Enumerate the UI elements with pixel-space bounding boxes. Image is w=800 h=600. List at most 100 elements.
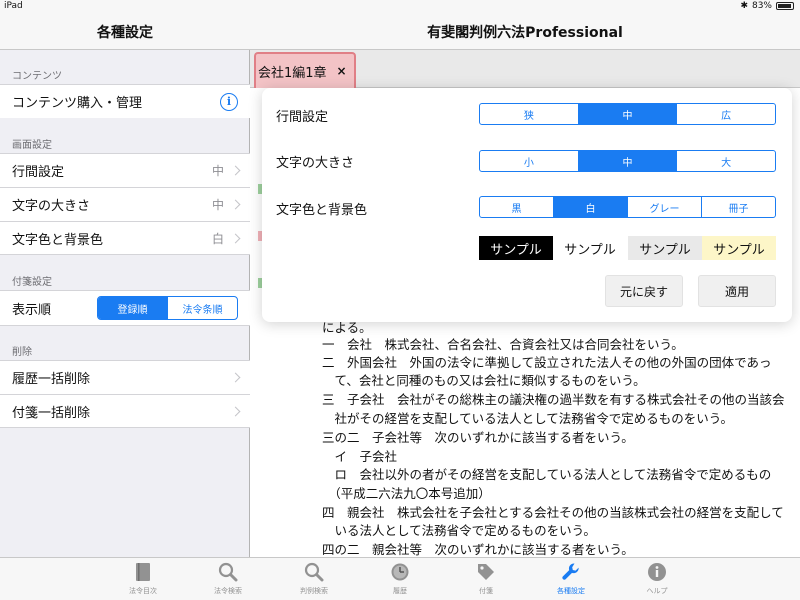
color-option-booklet[interactable]: 冊子 (701, 197, 775, 217)
sidebar-item-label: 文字色と背景色 (12, 232, 104, 248)
display-settings-popover: 行間設定 狭 中 広 文字の大きさ 小 中 大 文字色と背景色 黒 白 グレー … (262, 88, 792, 322)
section-header-sticky: 付箋設定 (12, 277, 52, 288)
color-option-white[interactable]: 白 (553, 197, 627, 217)
line-spacing-label: 行間設定 (276, 110, 329, 125)
device-label: iPad (4, 1, 23, 11)
chevron-right-icon (230, 165, 241, 176)
color-label: 文字色と背景色 (276, 203, 368, 218)
apply-button[interactable]: 適用 (698, 275, 776, 307)
sort-option-law-order[interactable]: 法令条順 (167, 297, 237, 319)
tab-label: 各種設定 (557, 587, 585, 595)
document-line: いる法人として法務省令で定めるものをいう。 (322, 523, 596, 538)
sample-booklet: サンプル (702, 236, 776, 260)
document-tab-label: 会社1編1章 (258, 65, 327, 81)
sample-gray: サンプル (628, 236, 702, 260)
text-size-option-medium[interactable]: 中 (577, 151, 677, 171)
line-spacing-option-narrow[interactable]: 狭 (480, 104, 578, 124)
sidebar-item-value: 中 (211, 164, 224, 178)
document-line: 一 会社 株式会社、合名会社、合資会社又は合同会社をいう。 (322, 337, 684, 352)
tab-case-search[interactable]: 判例検索 (284, 561, 344, 596)
reset-button[interactable]: 元に戻す (605, 275, 683, 307)
tab-label: ヘルプ (646, 587, 668, 595)
section-header-contents: コンテンツ (12, 71, 62, 82)
chevron-right-icon (230, 406, 241, 416)
line-spacing-option-wide[interactable]: 広 (676, 104, 775, 124)
clock-icon (370, 561, 430, 583)
tab-stickies[interactable]: 付箋 (456, 561, 516, 596)
app-title: 有斐閣判例六法Professional (427, 24, 623, 41)
search-icon (284, 561, 344, 583)
sidebar-item-label: 表示順 (12, 302, 52, 318)
sidebar-item-value: 中 (211, 198, 224, 212)
tab-label: 履歴 (393, 587, 407, 595)
color-option-gray[interactable]: グレー (627, 197, 701, 217)
tab-history[interactable]: 履歴 (370, 561, 430, 596)
chevron-right-icon (230, 372, 241, 383)
wrench-icon (541, 561, 601, 583)
sample-black: サンプル (479, 236, 553, 260)
document-line: ロ 会社以外の者がその経営を支配している法人として法務省令で定めるもの (322, 467, 772, 482)
sidebar-title: 各種設定 (0, 14, 250, 50)
search-icon (198, 561, 258, 583)
sidebar-item-label: 文字の大きさ (12, 199, 91, 214)
line-spacing-segmented-control: 狭 中 広 (479, 103, 776, 125)
document-line: 四の二 親会社等 次のいずれかに該当する者をいう。 (322, 542, 634, 557)
tab-bar: 法令目次 法令検索 判例検索 履歴 付箋 各種設定 ヘルプ (0, 557, 800, 600)
sort-option-registered[interactable]: 登録順 (98, 297, 167, 319)
document-line: 四 親会社 株式会社を子会社とする会社その他の当該株式会社の経営を支配して (322, 505, 784, 520)
document-line: 三の二 子会社等 次のいずれかに該当する者をいう。 (322, 430, 634, 445)
document-line: イ 子会社 (322, 449, 398, 464)
book-icon (113, 561, 173, 583)
section-header-delete: 削除 (12, 347, 32, 358)
sidebar-item-purchase[interactable]: コンテンツ購入・管理 i (0, 84, 250, 118)
section-header-screen: 画面設定 (12, 140, 52, 151)
tab-label: 付箋 (479, 587, 493, 595)
close-icon[interactable]: × (337, 64, 347, 78)
tab-help[interactable]: ヘルプ (627, 561, 687, 596)
sidebar-item-label: 履歴一括削除 (12, 372, 91, 387)
document-tab-bar: 会社1編1章 × (250, 50, 800, 88)
tag-icon (456, 561, 516, 583)
sidebar-item-value: 白 (211, 231, 224, 246)
text-size-option-large[interactable]: 大 (676, 151, 775, 171)
tab-settings[interactable]: 各種設定 (541, 561, 601, 596)
info-icon[interactable]: i (220, 92, 238, 111)
battery-icon (776, 2, 794, 10)
line-spacing-option-medium[interactable]: 中 (577, 104, 677, 124)
sidebar-item-colors[interactable]: 文字色と背景色 白 (0, 221, 250, 255)
document-line: 三 子会社 会社がその総株主の議決権の過半数を有する株式会社その他の当該会 (322, 392, 785, 407)
document-line: 社がその経営を支配している法人として法務省令で定めるものをいう。 (322, 411, 734, 426)
sample-white: サンプル (553, 236, 627, 260)
info-icon (627, 561, 687, 583)
sort-order-segmented-control: 登録順 法令条順 (97, 296, 238, 320)
app-header: 有斐閣判例六法Professional (250, 14, 800, 50)
document-line: （平成二六法九〇本号追加） (322, 486, 491, 501)
sidebar-item-sort-order: 表示順 登録順 法令条順 (0, 290, 250, 326)
status-bar: iPad ✱ 83% (0, 0, 800, 14)
bluetooth-icon: ✱ (740, 1, 748, 11)
document-tab[interactable]: 会社1編1章 × (254, 52, 356, 88)
tab-label: 法令目次 (129, 587, 157, 595)
text-size-option-small[interactable]: 小 (480, 151, 578, 171)
text-size-label: 文字の大きさ (276, 156, 355, 171)
document-line: 二 外国会社 外国の法令に準拠して設立された法人その他の外国の団体であっ (322, 355, 772, 370)
sidebar-item-line-spacing[interactable]: 行間設定 中 (0, 153, 250, 187)
tab-label: 判例検索 (300, 587, 328, 595)
sidebar-item-label: 付箋一括削除 (12, 405, 91, 421)
chevron-right-icon (230, 233, 241, 243)
text-size-segmented-control: 小 中 大 (479, 150, 776, 172)
color-option-black[interactable]: 黒 (480, 197, 553, 217)
sidebar-item-clear-history[interactable]: 履歴一括削除 (0, 360, 250, 394)
document-line: て、会社と同種のもの又は会社に類似するものをいう。 (322, 373, 646, 388)
chevron-right-icon (230, 199, 241, 210)
tab-label: 法令検索 (214, 587, 242, 595)
battery-percent: 83% (751, 1, 772, 11)
color-segmented-control: 黒 白 グレー 冊子 (479, 196, 776, 218)
settings-sidebar: 各種設定 コンテンツ コンテンツ購入・管理 i 画面設定 行間設定 中 文字の大… (0, 0, 250, 557)
tab-law-search[interactable]: 法令検索 (198, 561, 258, 596)
sidebar-item-label: 行間設定 (12, 165, 65, 180)
sidebar-item-text-size[interactable]: 文字の大きさ 中 (0, 187, 250, 221)
sidebar-item-clear-stickies[interactable]: 付箋一括削除 (0, 394, 250, 428)
tab-law-contents[interactable]: 法令目次 (113, 561, 173, 596)
sidebar-item-label: コンテンツ購入・管理 (12, 96, 143, 111)
